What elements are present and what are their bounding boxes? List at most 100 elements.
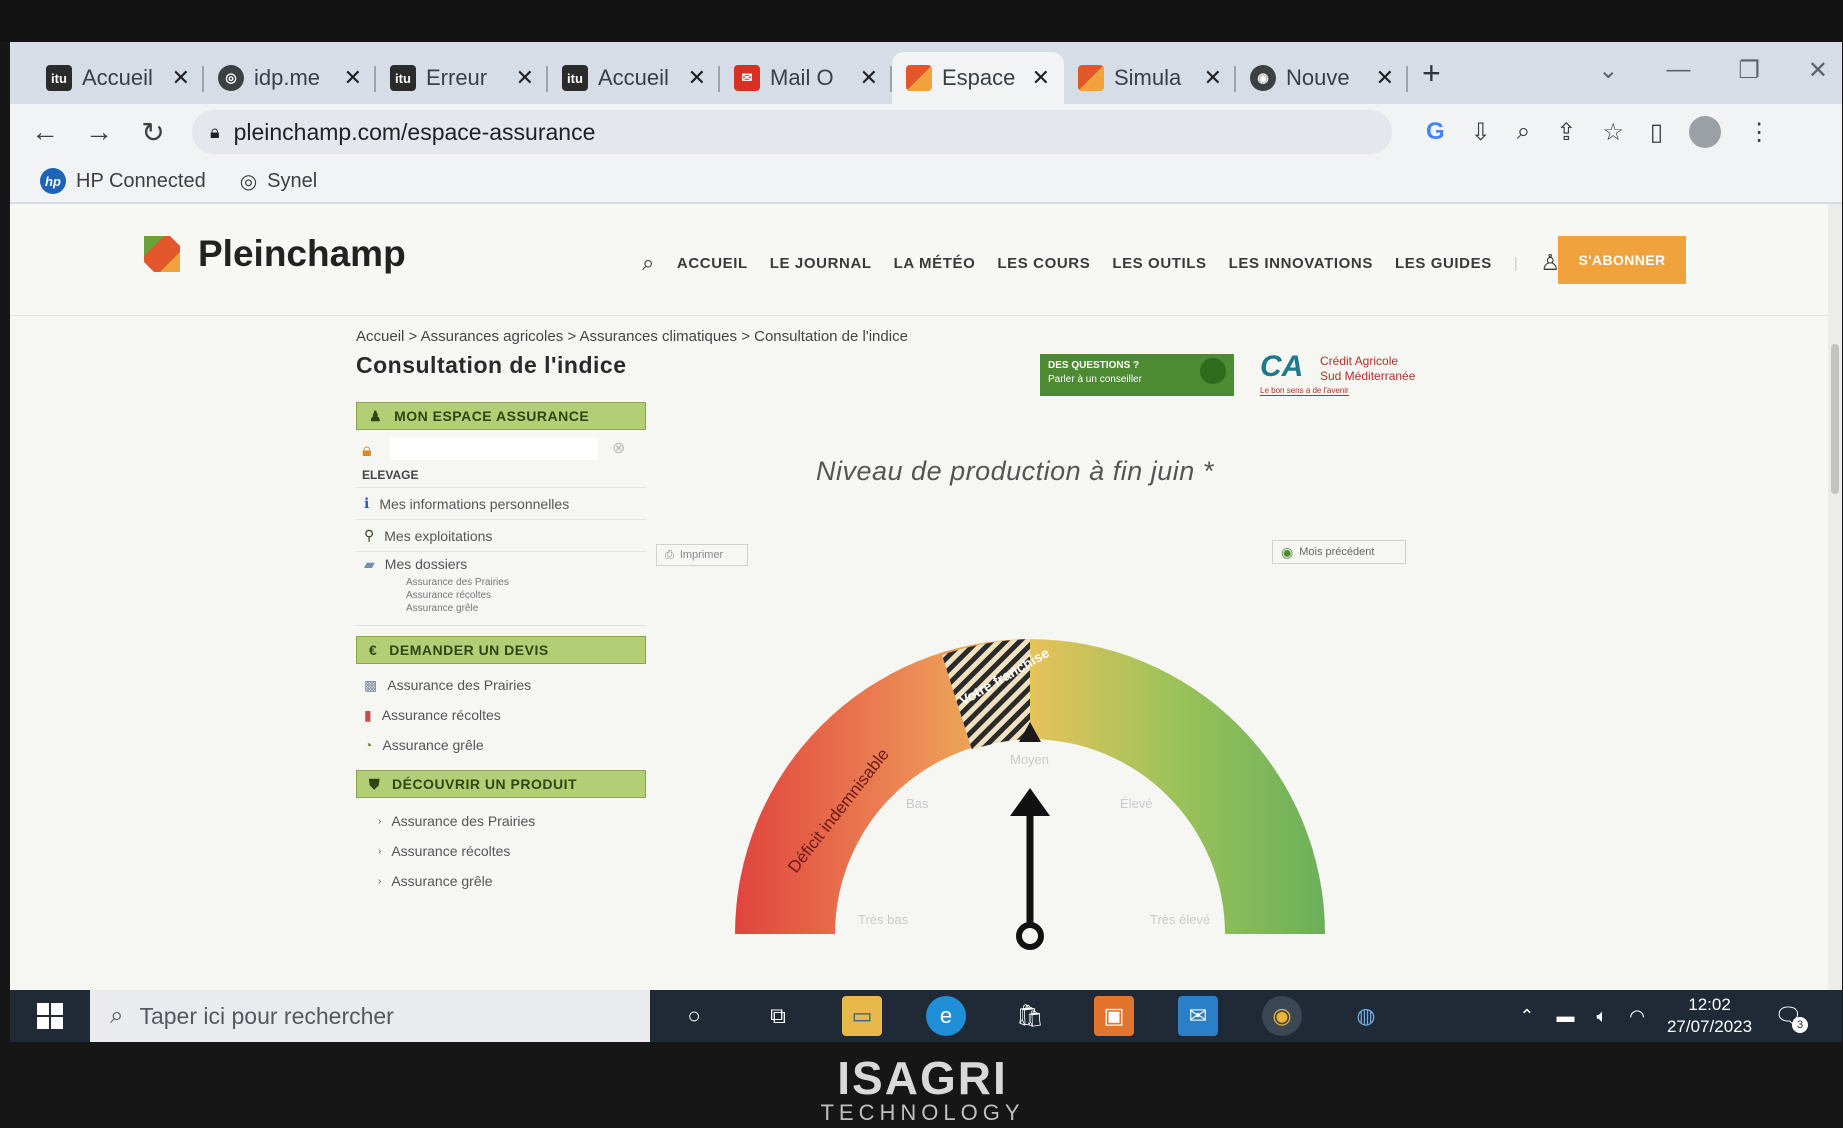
bookmarks-bar: hp HP Connected ◎ Synel: [10, 160, 1842, 204]
close-icon[interactable]: ✕: [1204, 65, 1222, 91]
search-icon[interactable]: ⌕: [642, 250, 655, 276]
bookmark-hp-connected[interactable]: hp HP Connected: [40, 168, 206, 194]
sublist-item[interactable]: Assurance des Prairies: [356, 576, 646, 589]
volume-icon[interactable]: 🔈︎: [1596, 1006, 1607, 1027]
mail-icon[interactable]: ✉: [1178, 996, 1218, 1036]
nav-journal[interactable]: LE JOURNAL: [770, 255, 872, 272]
nav-outils[interactable]: LES OUTILS: [1112, 255, 1206, 272]
profile-avatar[interactable]: [1689, 116, 1722, 148]
tab-simula[interactable]: Simula ✕: [1064, 52, 1236, 104]
close-icon[interactable]: ✕: [1376, 65, 1394, 91]
tab-nouvel[interactable]: ◉ Nouve ✕: [1236, 52, 1408, 104]
tab-label: Accueil: [82, 65, 153, 90]
tab-erreur[interactable]: itu Erreur ✕: [376, 52, 548, 104]
wifi-icon[interactable]: ◠: [1629, 1006, 1645, 1027]
subscribe-button[interactable]: S'ABONNER: [1558, 236, 1686, 284]
produit-item-grele[interactable]: › Assurance grêle: [356, 866, 646, 896]
close-window-icon[interactable]: ✕: [1808, 56, 1828, 85]
devis-item-prairies[interactable]: ▩ Assurance des Prairies: [356, 670, 646, 700]
sublist-item[interactable]: Assurance grêle: [356, 602, 646, 615]
lock-icon: 🔒︎: [210, 121, 220, 142]
produit-item-prairies[interactable]: › Assurance des Prairies: [356, 806, 646, 836]
clock[interactable]: 12:02 27/07/2023: [1667, 994, 1752, 1038]
nav-guides[interactable]: LES GUIDES: [1395, 255, 1492, 272]
site-logo[interactable]: Pleinchamp: [140, 232, 406, 276]
minimize-icon[interactable]: —: [1666, 56, 1690, 85]
nav-meteo[interactable]: LA MÉTÉO: [894, 255, 976, 272]
sidebar-item-infos[interactable]: ℹ Mes informations personnelles: [356, 488, 646, 520]
nav-cours[interactable]: LES COURS: [997, 255, 1090, 272]
close-icon[interactable]: ✕: [688, 65, 706, 91]
battery-icon[interactable]: ▬: [1556, 1006, 1574, 1027]
menu-icon[interactable]: ⋮: [1747, 118, 1771, 147]
notifications-icon[interactable]: 🗨︎ 3: [1774, 1003, 1808, 1033]
previous-month-button[interactable]: ◉ Mois précédent: [1272, 540, 1406, 564]
restore-icon[interactable]: ❐: [1738, 56, 1760, 85]
close-icon[interactable]: ✕: [172, 65, 190, 91]
close-icon[interactable]: ✕: [1032, 65, 1050, 91]
profile-name-field: [390, 438, 598, 460]
zoom-icon[interactable]: ⌕: [1517, 118, 1530, 146]
new-tab-button[interactable]: +: [1422, 55, 1441, 92]
tab-label: Mail O: [770, 65, 834, 90]
credit-agricole-logo[interactable]: CA Crédit Agricole Sud Méditerranée Le b…: [1260, 348, 1460, 400]
tab-accueil-1[interactable]: itu Accueil ✕: [32, 52, 204, 104]
tab-mail[interactable]: ✉ Mail O ✕: [720, 52, 892, 104]
tab-label: Espace: [942, 65, 1016, 90]
vpn-icon[interactable]: ◍: [1346, 996, 1386, 1036]
tab-accueil-2[interactable]: itu Accueil ✕: [548, 52, 720, 104]
address-bar[interactable]: 🔒︎ pleinchamp.com/espace-assurance: [192, 110, 1392, 154]
button-label: Imprimer: [679, 549, 724, 561]
partner-tagline: Le bon sens a de l'avenir: [1260, 386, 1349, 396]
notification-count: 3: [1792, 1017, 1808, 1033]
cortana-icon[interactable]: ○: [674, 996, 714, 1036]
store-icon[interactable]: 🛍︎: [1010, 996, 1050, 1036]
page-scrollbar[interactable]: [1828, 204, 1842, 990]
bullet-icon: ›: [378, 845, 382, 857]
nav-accueil[interactable]: ACCUEIL: [677, 255, 748, 272]
profile-type: ELEVAGE: [362, 468, 419, 482]
produit-item-recoltes[interactable]: › Assurance récoltes: [356, 836, 646, 866]
windows-start-icon[interactable]: [10, 990, 90, 1042]
task-view-icon[interactable]: ⧉: [758, 996, 798, 1036]
chrome-icon[interactable]: ◉: [1262, 996, 1302, 1036]
close-icon[interactable]: ✕: [860, 65, 878, 91]
brand-line1: ISAGRI: [837, 1052, 1008, 1104]
back-icon[interactable]: ←: [30, 116, 60, 148]
devis-item-recoltes[interactable]: ▮ Assurance récoltes: [356, 700, 646, 730]
folder-icon: ▰: [364, 555, 375, 572]
edge-icon[interactable]: e: [926, 996, 966, 1036]
reload-icon[interactable]: ↻: [138, 116, 168, 149]
chevron-up-icon[interactable]: ⌃: [1519, 1006, 1534, 1027]
file-explorer-icon[interactable]: ▭: [842, 996, 882, 1036]
sidebar-item-exploitations[interactable]: ⚲ Mes exploitations: [356, 520, 646, 552]
install-icon[interactable]: ⇩: [1471, 118, 1491, 147]
share-icon[interactable]: ⇪: [1556, 118, 1576, 147]
euro-icon: €: [369, 642, 378, 658]
bookmark-star-icon[interactable]: ☆: [1602, 118, 1624, 147]
sublist-item[interactable]: Assurance récoltes: [356, 589, 646, 602]
close-icon[interactable]: ✕: [344, 65, 362, 91]
clear-icon[interactable]: ⊗: [612, 438, 625, 458]
shield-icon: ⛊: [369, 775, 380, 792]
taskbar-search[interactable]: ⌕ Taper ici pour rechercher: [90, 990, 650, 1042]
tab-search-icon[interactable]: ⌄: [1598, 56, 1618, 85]
breadcrumb: Accueil > Assurances agricoles > Assuran…: [356, 328, 908, 345]
tab-espace[interactable]: Espace ✕: [892, 52, 1064, 104]
scrollbar-thumb[interactable]: [1831, 344, 1839, 494]
bookmark-synel[interactable]: ◎ Synel: [240, 169, 317, 194]
map-pin-icon: ⚲: [364, 527, 375, 543]
tab-idp[interactable]: ◎ idp.me ✕: [204, 52, 376, 104]
google-icon[interactable]: G: [1426, 118, 1445, 146]
nav-innovations[interactable]: LES INNOVATIONS: [1229, 255, 1373, 272]
tab-label: Erreur: [426, 65, 488, 90]
devis-item-grele[interactable]: ◔ Assurance grêle: [356, 730, 646, 760]
office-icon[interactable]: ▣: [1094, 996, 1134, 1036]
print-button[interactable]: ⎙ Imprimer: [656, 544, 748, 566]
close-icon[interactable]: ✕: [516, 65, 534, 91]
sidebar-item-dossiers[interactable]: ▰ Mes dossiers: [356, 552, 646, 576]
section-title: DEMANDER UN DEVIS: [389, 642, 549, 658]
forward-icon[interactable]: →: [84, 116, 114, 148]
side-panel-icon[interactable]: ▯: [1650, 118, 1663, 147]
questions-banner[interactable]: DES QUESTIONS ? Parler à un conseiller: [1040, 354, 1234, 396]
